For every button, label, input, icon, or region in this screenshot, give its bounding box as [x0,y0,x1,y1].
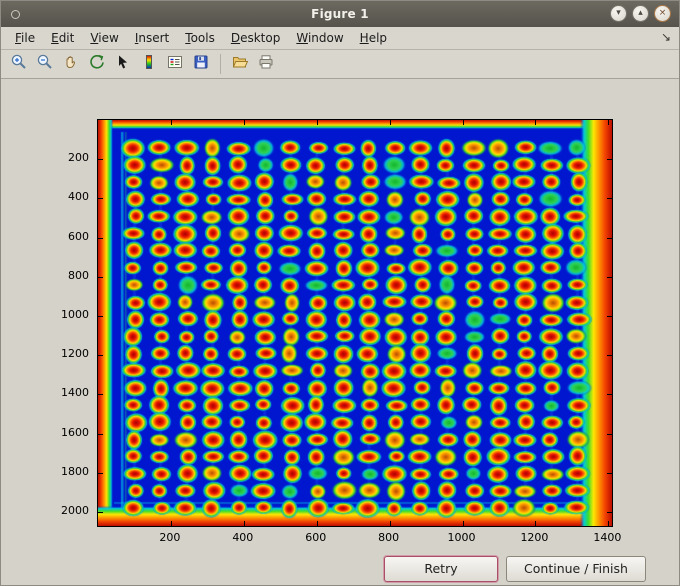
y-tick-label: 200 [68,151,89,165]
x-tick-label: 1400 [593,531,622,544]
insert-legend-button[interactable] [163,52,187,76]
zoom-in-icon [10,53,28,75]
toolbar-separator [220,54,221,74]
zoom-out-icon [36,53,54,75]
insert-colorbar-button[interactable] [137,52,161,76]
x-tick-label: 600 [305,531,327,544]
continue-finish-button[interactable]: Continue / Finish [506,556,646,582]
zoom-in-button[interactable] [7,52,31,76]
x-tick-label: 200 [159,531,181,544]
data-cursor-button[interactable] [111,52,135,76]
dock-figure-icon[interactable]: ↘ [661,30,671,44]
menu-help[interactable]: Help [352,28,395,48]
axes [97,119,613,527]
x-tick-label: 1000 [447,531,476,544]
folder-icon [231,53,249,75]
menu-window[interactable]: Window [288,28,351,48]
figure-content: 200 400 600 800 1000 1200 1400 200 400 600 800 1000… [1,79,679,585]
maximize-icon: ▴ [638,8,643,18]
shade-button[interactable]: ▾ [610,5,627,22]
retry-button[interactable]: Retry [384,556,498,582]
open-file-button[interactable] [228,52,252,76]
menu-view[interactable]: View [82,28,126,48]
menu-desktop[interactable]: Desktop [223,28,289,48]
window-title: Figure 1 [311,7,369,21]
menu-edit[interactable]: Edit [43,28,82,48]
menu-file[interactable]: File [7,28,43,48]
pan-button[interactable] [59,52,83,76]
print-figure-button[interactable] [254,52,278,76]
figure-toolbar [1,50,679,79]
figure-image[interactable] [98,120,612,526]
y-tick-label: 1400 [61,386,89,400]
maximize-button[interactable]: ▴ [632,5,649,22]
x-tick-label: 400 [232,531,254,544]
shade-icon: ▾ [616,8,621,18]
close-button[interactable]: × [654,5,671,22]
save-icon [192,53,210,75]
y-tick-label: 2000 [61,503,89,517]
hand-icon [62,53,80,75]
cursor-icon [114,53,132,75]
y-tick-label: 1600 [61,425,89,439]
window-controls: ▾ ▴ × [610,5,671,22]
printer-icon [257,53,275,75]
rotate-icon [88,53,106,75]
y-tick-label: 1200 [61,347,89,361]
menu-insert[interactable]: Insert [127,28,177,48]
menu-tools[interactable]: Tools [177,28,223,48]
rotate-3d-button[interactable] [85,52,109,76]
zoom-out-button[interactable] [33,52,57,76]
y-tick-label: 400 [68,190,89,204]
y-tick-label: 1800 [61,464,89,478]
colorbar-icon [140,53,158,75]
close-icon: × [658,8,667,18]
titlebar[interactable]: Figure 1 ▾ ▴ × [1,1,679,27]
y-tick-label: 1000 [61,307,89,321]
x-tick-label: 1200 [520,531,549,544]
menubar: File Edit View Insert Tools Desktop Wind… [1,27,679,50]
y-tick-label: 600 [68,229,89,243]
x-tick-label: 800 [378,531,400,544]
figure-window: Figure 1 ▾ ▴ × File Edit View Insert Too… [0,0,680,586]
save-figure-button[interactable] [189,52,213,76]
window-menu-icon[interactable] [11,10,20,19]
y-tick-label: 800 [68,268,89,282]
legend-icon [166,53,184,75]
